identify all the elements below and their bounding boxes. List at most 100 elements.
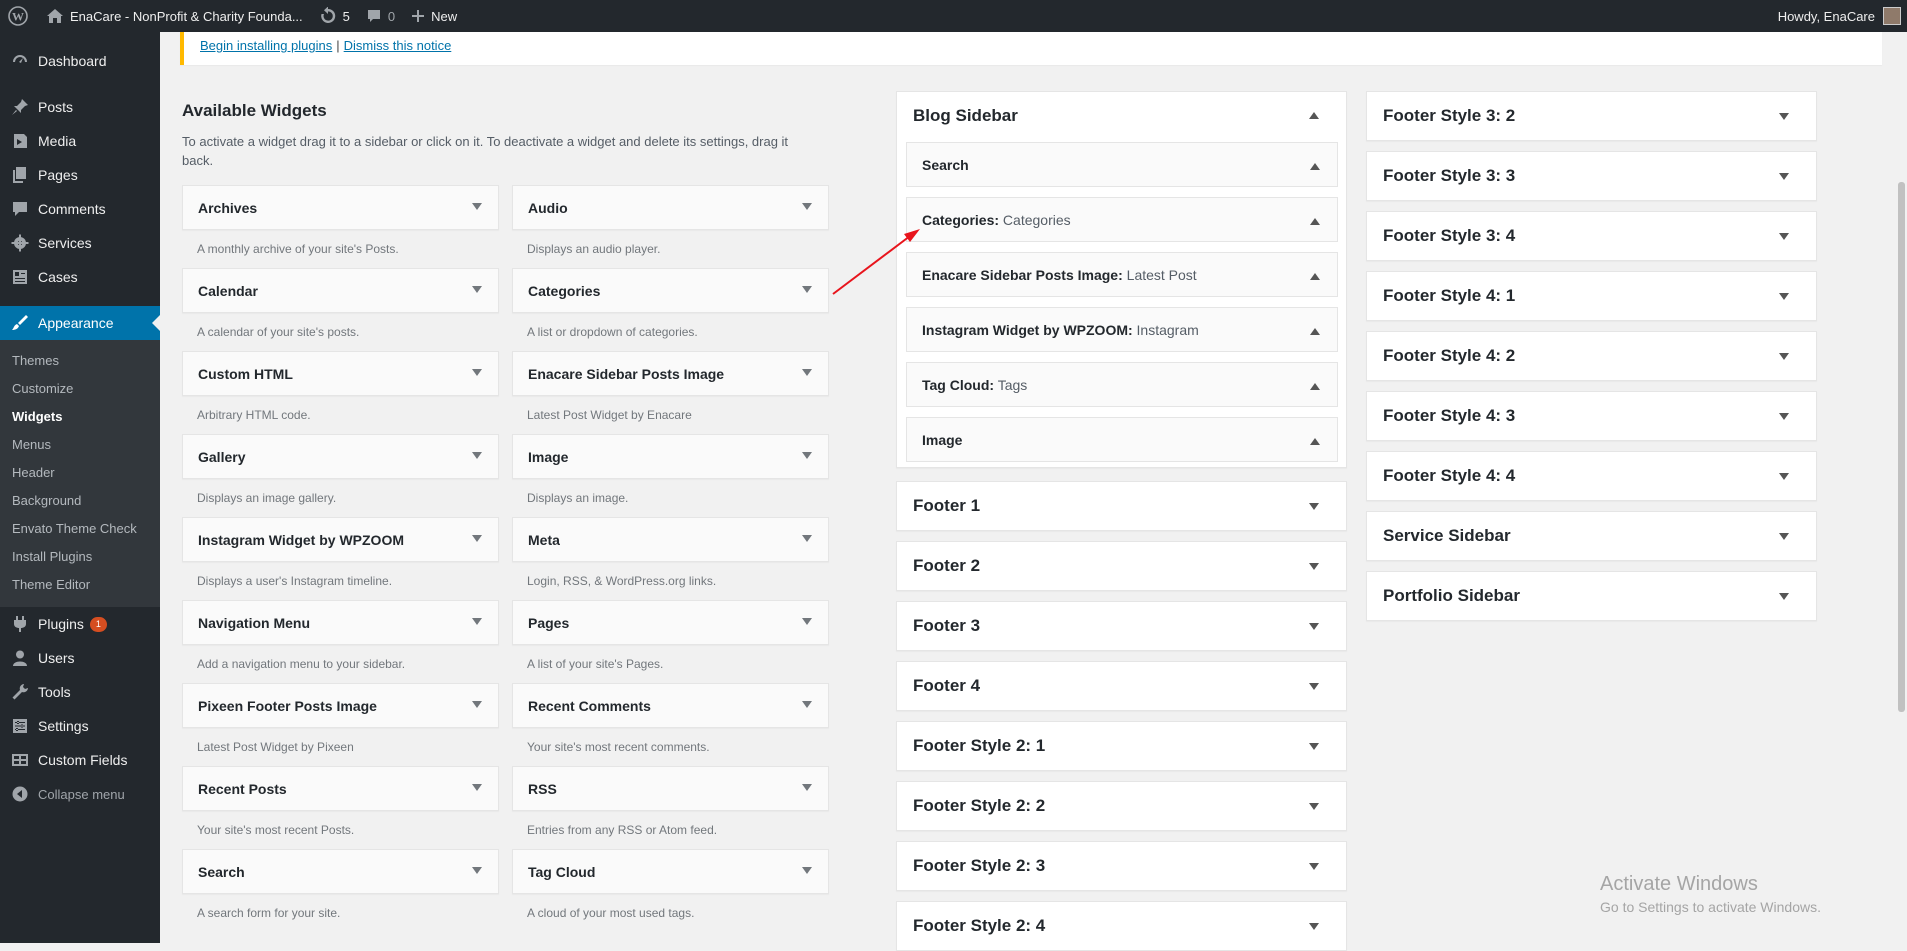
menu-dashboard[interactable]: Dashboard <box>0 44 160 78</box>
widget-image[interactable]: Image <box>512 434 829 479</box>
widget-rss[interactable]: RSS <box>512 766 829 811</box>
widget-audio[interactable]: Audio <box>512 185 829 230</box>
scrollbar-thumb[interactable] <box>1898 182 1905 712</box>
expand-arrow-icon[interactable] <box>802 618 812 625</box>
widget-meta[interactable]: Meta <box>512 517 829 562</box>
menu-pages[interactable]: Pages <box>0 158 160 192</box>
expand-arrow-icon[interactable] <box>802 452 812 459</box>
menu-custom-fields[interactable]: Custom Fields <box>0 743 160 777</box>
sidebar-footer-style-3-4[interactable]: Footer Style 3: 4 <box>1366 211 1817 261</box>
sidebar-footer-style-4-2[interactable]: Footer Style 4: 2 <box>1366 331 1817 381</box>
my-account[interactable]: Howdy, EnaCare <box>1778 0 1901 32</box>
submenu-customize[interactable]: Customize <box>0 375 160 403</box>
expand-arrow-icon[interactable] <box>472 286 482 293</box>
menu-cases[interactable]: Cases <box>0 260 160 294</box>
menu-collapse[interactable]: Collapse menu <box>0 777 160 811</box>
sidebar-footer-1[interactable]: Footer 1 <box>896 481 1347 531</box>
sidebar-footer-style-4-1[interactable]: Footer Style 4: 1 <box>1366 271 1817 321</box>
expand-arrow-icon[interactable] <box>1779 353 1789 360</box>
menu-posts[interactable]: Posts <box>0 90 160 124</box>
updates-link[interactable]: 5 <box>311 0 358 32</box>
expand-arrow-icon[interactable] <box>1310 383 1320 390</box>
widget-categories[interactable]: Categories <box>512 268 829 313</box>
submenu-install-plugins[interactable]: Install Plugins <box>0 543 160 571</box>
expand-arrow-icon[interactable] <box>472 203 482 210</box>
sidebar-footer-style-3-3[interactable]: Footer Style 3: 3 <box>1366 151 1817 201</box>
expand-arrow-icon[interactable] <box>802 535 812 542</box>
widget-archives[interactable]: Archives <box>182 185 499 230</box>
expand-arrow-icon[interactable] <box>472 618 482 625</box>
sidebar-widget-categories[interactable]: Categories: Categories <box>906 197 1338 242</box>
collapse-arrow-icon[interactable] <box>1309 112 1319 119</box>
expand-arrow-icon[interactable] <box>1779 293 1789 300</box>
sidebar-footer-style-2-3[interactable]: Footer Style 2: 3 <box>896 841 1347 891</box>
sidebar-portfolio-sidebar[interactable]: Portfolio Sidebar <box>1366 571 1817 621</box>
new-content-link[interactable]: New <box>403 0 465 32</box>
sidebar-title[interactable]: Blog Sidebar <box>913 106 1018 126</box>
expand-arrow-icon[interactable] <box>1779 233 1789 240</box>
site-name-link[interactable]: EnaCare - NonProfit & Charity Founda... <box>38 0 311 32</box>
expand-arrow-icon[interactable] <box>802 369 812 376</box>
expand-arrow-icon[interactable] <box>1309 503 1319 510</box>
expand-arrow-icon[interactable] <box>1779 413 1789 420</box>
menu-users[interactable]: Users <box>0 641 160 675</box>
sidebar-footer-style-2-1[interactable]: Footer Style 2: 1 <box>896 721 1347 771</box>
submenu-theme-editor[interactable]: Theme Editor <box>0 571 160 599</box>
submenu-background[interactable]: Background <box>0 487 160 515</box>
widget-enacare-sidebar-posts-image[interactable]: Enacare Sidebar Posts Image <box>512 351 829 396</box>
sidebar-footer-style-2-2[interactable]: Footer Style 2: 2 <box>896 781 1347 831</box>
widget-pages[interactable]: Pages <box>512 600 829 645</box>
expand-arrow-icon[interactable] <box>802 203 812 210</box>
expand-arrow-icon[interactable] <box>1310 218 1320 225</box>
expand-arrow-icon[interactable] <box>472 701 482 708</box>
sidebar-footer-4[interactable]: Footer 4 <box>896 661 1347 711</box>
expand-arrow-icon[interactable] <box>802 867 812 874</box>
expand-arrow-icon[interactable] <box>1779 473 1789 480</box>
submenu-themes[interactable]: Themes <box>0 347 160 375</box>
dismiss-notice-link[interactable]: Dismiss this notice <box>344 38 452 53</box>
sidebar-widget-image[interactable]: Image <box>906 417 1338 462</box>
widget-gallery[interactable]: Gallery <box>182 434 499 479</box>
expand-arrow-icon[interactable] <box>472 369 482 376</box>
expand-arrow-icon[interactable] <box>1309 623 1319 630</box>
menu-services[interactable]: Services <box>0 226 160 260</box>
expand-arrow-icon[interactable] <box>1309 923 1319 930</box>
submenu-header[interactable]: Header <box>0 459 160 487</box>
sidebar-footer-style-2-4[interactable]: Footer Style 2: 4 <box>896 901 1347 951</box>
expand-arrow-icon[interactable] <box>1309 683 1319 690</box>
comments-link[interactable]: 0 <box>358 0 403 32</box>
page-scrollbar[interactable] <box>1896 32 1907 943</box>
menu-settings[interactable]: Settings <box>0 709 160 743</box>
expand-arrow-icon[interactable] <box>472 535 482 542</box>
sidebar-footer-style-4-3[interactable]: Footer Style 4: 3 <box>1366 391 1817 441</box>
expand-arrow-icon[interactable] <box>1310 438 1320 445</box>
widget-navigation-menu[interactable]: Navigation Menu <box>182 600 499 645</box>
expand-arrow-icon[interactable] <box>1309 863 1319 870</box>
expand-arrow-icon[interactable] <box>1779 113 1789 120</box>
expand-arrow-icon[interactable] <box>1309 563 1319 570</box>
expand-arrow-icon[interactable] <box>802 701 812 708</box>
expand-arrow-icon[interactable] <box>472 867 482 874</box>
menu-comments[interactable]: Comments <box>0 192 160 226</box>
widget-instagram-widget-by-wpzoom[interactable]: Instagram Widget by WPZOOM <box>182 517 499 562</box>
expand-arrow-icon[interactable] <box>1310 328 1320 335</box>
begin-installing-plugins-link[interactable]: Begin installing plugins <box>200 38 332 53</box>
expand-arrow-icon[interactable] <box>1310 273 1320 280</box>
expand-arrow-icon[interactable] <box>1779 593 1789 600</box>
widget-tag-cloud[interactable]: Tag Cloud <box>512 849 829 894</box>
menu-media[interactable]: Media <box>0 124 160 158</box>
sidebar-widget-instagram-widget-by-wpzoom[interactable]: Instagram Widget by WPZOOM: Instagram <box>906 307 1338 352</box>
widget-custom-html[interactable]: Custom HTML <box>182 351 499 396</box>
sidebar-widget-search[interactable]: Search <box>906 142 1338 187</box>
menu-appearance[interactable]: Appearance <box>0 306 160 340</box>
widget-recent-posts[interactable]: Recent Posts <box>182 766 499 811</box>
expand-arrow-icon[interactable] <box>802 784 812 791</box>
expand-arrow-icon[interactable] <box>1310 163 1320 170</box>
submenu-envato-theme-check[interactable]: Envato Theme Check <box>0 515 160 543</box>
submenu-menus[interactable]: Menus <box>0 431 160 459</box>
expand-arrow-icon[interactable] <box>472 452 482 459</box>
expand-arrow-icon[interactable] <box>1779 533 1789 540</box>
wordpress-logo-icon[interactable]: W <box>0 0 38 32</box>
expand-arrow-icon[interactable] <box>1309 803 1319 810</box>
sidebar-footer-3[interactable]: Footer 3 <box>896 601 1347 651</box>
